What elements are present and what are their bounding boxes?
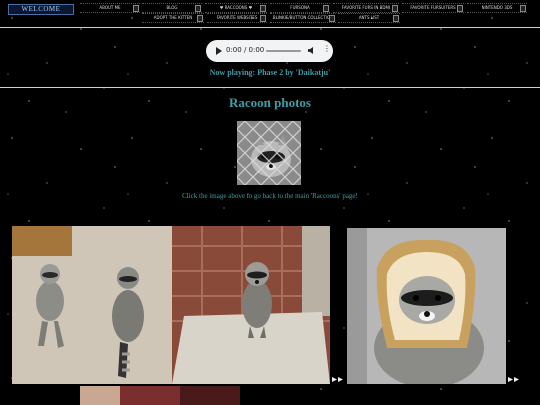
lock-icon <box>133 5 139 12</box>
nav-label: ANTS LIST <box>358 15 380 20</box>
divider <box>0 87 540 88</box>
nav-raccoons[interactable]: ♥ RACCOONS ♥ <box>205 3 267 13</box>
nav-ants-list[interactable]: ANTS LIST <box>338 13 400 23</box>
lock-icon <box>323 5 329 12</box>
audio-player[interactable]: 0:00 / 0:00 ⋮ <box>206 40 333 62</box>
now-playing: Now playing: Phase 2 by 'Daikatju' <box>209 68 331 77</box>
nav-label: FAVORITE FURS IN BDMI <box>341 5 391 10</box>
gif-controls[interactable] <box>508 377 519 383</box>
nav-label: FAVORITE FURSUITERS <box>410 5 456 10</box>
raccoon-fence-image <box>237 121 301 185</box>
raccoon-photo-partial <box>80 386 240 405</box>
page-title: Racoon photos <box>229 95 311 110</box>
play-icon[interactable] <box>514 377 519 382</box>
raccoon-doormat-photo <box>172 226 330 384</box>
more-options-icon[interactable]: ⋮ <box>323 45 331 53</box>
nav-about-me[interactable]: ABOUT ME <box>80 3 140 13</box>
lock-icon <box>260 15 266 22</box>
audio-progress-bar[interactable] <box>266 50 301 52</box>
raccoon-thumbnail-link[interactable] <box>237 121 301 185</box>
audio-time: 0:00 / 0:00 <box>226 46 265 54</box>
play-icon[interactable] <box>216 47 222 55</box>
nav-label: ABOUT ME <box>99 5 121 10</box>
welcome-banner[interactable]: WELCOME <box>8 4 74 15</box>
nav-favorite-websites[interactable]: FAVORITE WEBSITES <box>207 13 267 23</box>
gif-controls[interactable] <box>332 377 343 383</box>
nav-label: FURSONA <box>290 5 310 10</box>
lock-icon <box>457 5 463 12</box>
nav-favorite-fursuiters[interactable]: FAVORITE FURSUITERS <box>402 3 464 13</box>
raccoons-standing-photo <box>12 226 172 384</box>
nav-favorite-furs[interactable]: FAVORITE FURS IN BDMI <box>333 3 399 13</box>
nav-label: BLINKIE/BUTTON COLLECTION <box>272 15 334 20</box>
lock-icon <box>393 15 399 22</box>
play-icon[interactable] <box>332 377 337 382</box>
nav-blinkie-collection[interactable]: BLINKIE/BUTTON COLLECTION <box>270 13 336 23</box>
nav-nintendo-3ds[interactable]: NINTENDO 3DS <box>467 3 527 13</box>
nav-adopt-the-kitten[interactable]: ADOPT THE KITTEN <box>142 13 204 23</box>
lock-icon <box>329 15 335 22</box>
lock-icon <box>260 5 266 12</box>
volume-icon[interactable] <box>308 47 313 54</box>
play-icon[interactable] <box>508 377 513 382</box>
nav-fursona[interactable]: FURSONA <box>270 3 330 13</box>
divider <box>0 27 540 28</box>
nav-label: ♥ RACCOONS ♥ <box>219 5 253 10</box>
lock-icon <box>392 5 398 12</box>
play-icon[interactable] <box>338 377 343 382</box>
raccoon-bread-photo <box>347 228 506 384</box>
lock-icon <box>520 5 526 12</box>
nav-label: NINTENDO 3DS <box>481 5 513 10</box>
lock-icon <box>195 5 201 12</box>
back-caption: Click the image above to go back to the … <box>182 192 358 200</box>
lock-icon <box>197 15 203 22</box>
nav-blog[interactable]: BLOG <box>142 3 202 13</box>
nav-label: BLOG <box>166 5 178 10</box>
top-navigation: WELCOME ABOUT ME BLOG ♥ RACCOONS ♥ FURSO… <box>0 0 540 24</box>
nav-label: FAVORITE WEBSITES <box>216 15 258 20</box>
nav-label: ADOPT THE KITTEN <box>153 15 193 20</box>
